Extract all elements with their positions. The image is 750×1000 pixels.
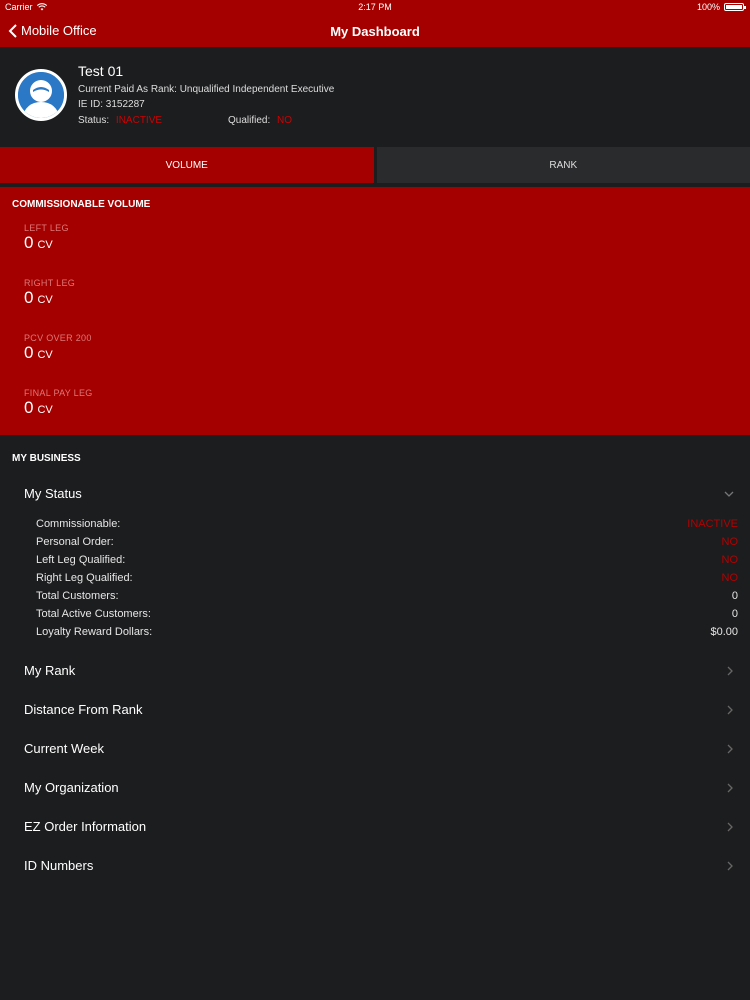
status-row-commissionable: Commissionable: INACTIVE — [36, 518, 738, 534]
status-row-left-leg: Left Leg Qualified: NO — [36, 554, 738, 570]
status-bar: Carrier 2:17 PM 100% — [0, 0, 750, 15]
section-my-organization[interactable]: My Organization — [0, 776, 750, 800]
chevron-right-icon — [727, 783, 733, 793]
status-row-personal-order: Personal Order: NO — [36, 536, 738, 552]
current-rank: Current Paid As Rank: Unqualified Indepe… — [78, 84, 335, 95]
section-label: My Status — [24, 486, 82, 501]
cv-value: 0 — [24, 233, 34, 252]
chevron-down-icon — [724, 491, 734, 497]
section-id-numbers[interactable]: ID Numbers — [0, 854, 750, 878]
section-label: EZ Order Information — [24, 819, 147, 834]
qualified-line: Qualified: NO — [228, 115, 292, 126]
battery-status: 100% — [696, 2, 746, 12]
row-value: NO — [721, 572, 739, 584]
tab-volume[interactable]: VOLUME — [0, 147, 377, 183]
my-business-heading: MY BUSINESS — [12, 453, 81, 464]
status-row-right-leg: Right Leg Qualified: NO — [36, 572, 738, 588]
cv-unit: CV — [37, 294, 53, 306]
row-key: Left Leg Qualified: — [36, 554, 126, 566]
row-value: $0.00 — [710, 626, 738, 638]
chevron-right-icon — [727, 666, 733, 676]
cv-label: PCV OVER 200 — [24, 333, 92, 343]
row-key: Commissionable: — [36, 518, 121, 530]
section-label: My Rank — [24, 663, 76, 678]
status-row-total-active-customers: Total Active Customers: 0 — [36, 608, 738, 624]
chevron-right-icon — [727, 861, 733, 871]
page-title: My Dashboard — [330, 24, 420, 39]
section-ez-order-information[interactable]: EZ Order Information — [0, 815, 750, 839]
cv-pcv-over-200: PCV OVER 200 0 CV — [24, 333, 92, 363]
navigation-bar: Mobile Office My Dashboard — [0, 15, 750, 47]
battery-icon — [724, 3, 746, 11]
row-value: 0 — [731, 608, 738, 620]
cv-right-leg: RIGHT LEG 0 CV — [24, 278, 75, 308]
status-row-loyalty-reward: Loyalty Reward Dollars: $0.00 — [36, 626, 738, 642]
commissionable-volume-panel: COMMISSIONABLE VOLUME LEFT LEG 0 CV RIGHT… — [0, 187, 750, 435]
row-key: Loyalty Reward Dollars: — [36, 626, 153, 638]
cv-value: 0 — [24, 398, 34, 417]
battery-percent: 100% — [696, 2, 720, 12]
chevron-right-icon — [727, 822, 733, 832]
chevron-right-icon — [727, 705, 733, 715]
cv-label: RIGHT LEG — [24, 278, 76, 288]
section-distance-from-rank[interactable]: Distance From Rank — [0, 698, 750, 722]
status-line: Status: INACTIVE — [78, 115, 162, 126]
cv-left-leg: LEFT LEG 0 CV — [24, 223, 69, 253]
cv-value: 0 — [24, 343, 34, 362]
status-row-total-customers: Total Customers: 0 — [36, 590, 738, 606]
chevron-right-icon — [727, 744, 733, 754]
row-key: Right Leg Qualified: — [36, 572, 133, 584]
row-value: NO — [721, 554, 739, 566]
qualified-label: Qualified: — [228, 115, 271, 126]
row-key: Total Active Customers: — [36, 608, 151, 620]
section-label: ID Numbers — [24, 858, 94, 873]
section-label: Distance From Rank — [24, 702, 143, 717]
section-current-week[interactable]: Current Week — [0, 737, 750, 761]
profile-header: Test 01 Current Paid As Rank: Unqualifie… — [0, 47, 750, 147]
cv-value: 0 — [24, 288, 34, 307]
cv-unit: CV — [37, 349, 53, 361]
cv-heading: COMMISSIONABLE VOLUME — [12, 199, 151, 210]
segment-tabs: VOLUME RANK — [0, 147, 750, 183]
status-value: INACTIVE — [115, 115, 163, 126]
status-label: Status: — [78, 115, 110, 126]
section-label: Current Week — [24, 741, 104, 756]
cv-unit: CV — [37, 239, 53, 251]
cv-label: LEFT LEG — [24, 223, 69, 233]
row-value: INACTIVE — [687, 518, 738, 530]
row-key: Total Customers: — [36, 590, 119, 602]
row-value: NO — [721, 536, 739, 548]
qualified-value: NO — [277, 115, 293, 126]
section-my-rank[interactable]: My Rank — [0, 659, 750, 683]
ie-id: IE ID: 3152287 — [78, 99, 145, 110]
user-name: Test 01 — [78, 63, 124, 79]
clock: 2:17 PM — [358, 2, 392, 12]
cv-label: FINAL PAY LEG — [24, 388, 93, 398]
avatar-icon — [15, 69, 67, 121]
section-my-status[interactable]: My Status — [0, 482, 750, 506]
section-label: My Organization — [24, 780, 119, 795]
row-key: Personal Order: — [36, 536, 114, 548]
row-value: 0 — [731, 590, 738, 602]
tab-rank[interactable]: RANK — [376, 147, 750, 183]
cv-unit: CV — [37, 404, 53, 416]
cv-final-pay-leg: FINAL PAY LEG 0 CV — [24, 388, 93, 418]
